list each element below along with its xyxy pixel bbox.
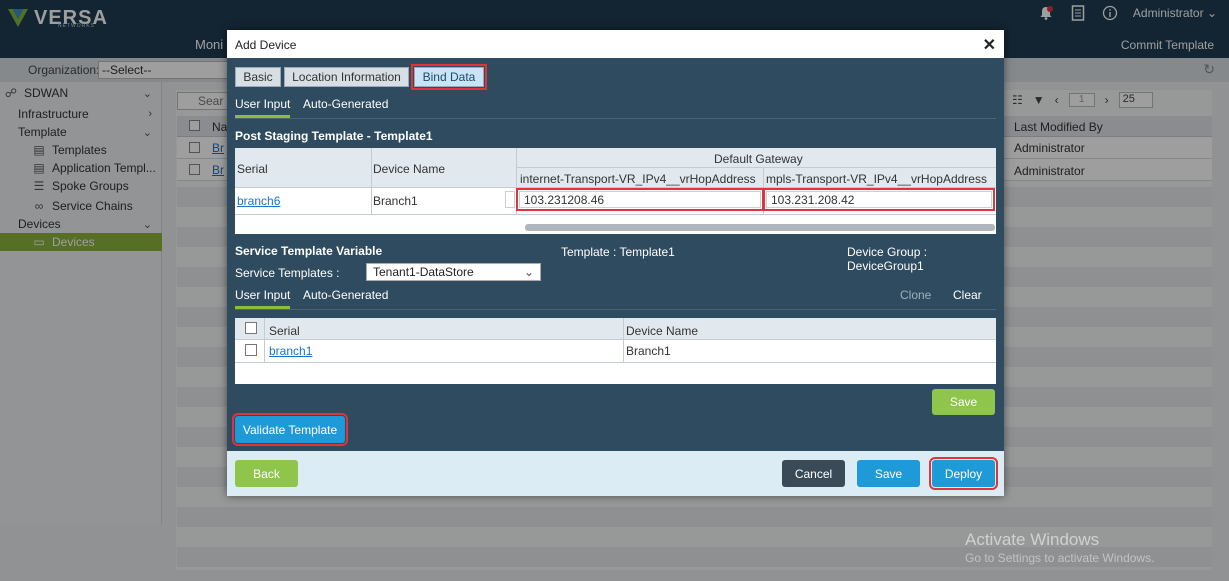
device-name-cell: Branch1: [373, 194, 418, 208]
column-header-mpls-gateway: mpls-Transport-VR_IPv4__vrHopAddress: [766, 172, 987, 186]
row-checkbox[interactable]: [245, 344, 257, 356]
column-header-serial: Serial: [237, 162, 268, 176]
horizontal-scrollbar[interactable]: [525, 224, 995, 231]
dialog-title: Add Device: [235, 38, 297, 52]
row-divider: [235, 362, 996, 363]
clear-button[interactable]: Clear: [953, 288, 982, 302]
column-header-device-name: Device Name: [626, 324, 699, 338]
select-all-checkbox[interactable]: [245, 322, 257, 334]
validate-template-button[interactable]: Validate Template: [232, 413, 348, 446]
row-divider: [235, 214, 996, 215]
internet-gateway-input[interactable]: 103.231208.46: [516, 188, 764, 211]
close-icon[interactable]: ✕: [983, 35, 996, 55]
service-templates-label: Service Templates :: [235, 266, 340, 280]
service-templates-value: Tenant1-DataStore: [373, 265, 474, 279]
service-template-grid: Serial Device Name branch1 Branch1: [235, 318, 996, 384]
add-device-dialog: Add Device ✕ Basic Location Information …: [227, 30, 1004, 496]
subtab-auto-generated[interactable]: Auto-Generated: [303, 97, 388, 111]
serial-link[interactable]: branch6: [237, 194, 280, 208]
tab-bind-data[interactable]: Bind Data: [411, 64, 487, 90]
subtab-user-input[interactable]: User Input: [235, 97, 291, 118]
post-staging-grid: Serial Device Name Default Gateway inter…: [235, 148, 996, 234]
dialog-header: Add Device ✕: [227, 30, 1004, 58]
serial-link[interactable]: branch1: [269, 344, 312, 358]
back-button[interactable]: Back: [235, 460, 298, 487]
windows-activation-watermark-sub: Go to Settings to activate Windows.: [965, 551, 1155, 565]
save-button[interactable]: Save: [857, 460, 920, 487]
tab-location-information[interactable]: Location Information: [284, 67, 409, 87]
divider: [235, 309, 996, 310]
post-staging-title: Post Staging Template - Template1: [235, 129, 433, 143]
deploy-button[interactable]: Deploy: [929, 457, 998, 490]
column-divider: [264, 318, 265, 362]
template-label: Template : Template1: [561, 245, 675, 259]
divider: [235, 118, 996, 119]
column-header-device-name: Device Name: [373, 162, 446, 176]
column-header-serial: Serial: [269, 324, 300, 338]
cancel-button[interactable]: Cancel: [782, 460, 845, 487]
grid-header: [235, 318, 996, 339]
device-name-input-edge[interactable]: [505, 191, 515, 208]
tab-basic[interactable]: Basic: [235, 67, 281, 87]
row-divider: [517, 167, 996, 168]
subtab-auto-generated-service[interactable]: Auto-Generated: [303, 288, 388, 302]
dialog-footer: Back Cancel Save Deploy: [227, 451, 1004, 496]
column-divider: [763, 168, 764, 214]
row-divider: [235, 339, 996, 340]
service-templates-select[interactable]: Tenant1-DataStore ⌄: [366, 263, 541, 281]
row-divider: [235, 187, 996, 188]
clone-button[interactable]: Clone: [900, 288, 931, 302]
save-service-template-button[interactable]: Save: [932, 389, 995, 415]
column-divider: [623, 318, 624, 362]
column-divider: [371, 148, 372, 214]
column-header-internet-gateway: internet-Transport-VR_IPv4__vrHopAddress: [520, 172, 756, 186]
mpls-gateway-input[interactable]: 103.231.208.42: [763, 188, 995, 211]
device-name-cell: Branch1: [626, 344, 671, 358]
chevron-down-icon: ⌄: [523, 265, 534, 279]
device-group-label: Device Group : DeviceGroup1: [847, 245, 928, 273]
column-divider: [516, 148, 517, 214]
service-template-variable-title: Service Template Variable: [235, 244, 383, 258]
subtab-user-input-service[interactable]: User Input: [235, 288, 291, 309]
windows-activation-watermark: Activate Windows: [965, 530, 1100, 549]
column-header-default-gateway: Default Gateway: [714, 152, 803, 166]
